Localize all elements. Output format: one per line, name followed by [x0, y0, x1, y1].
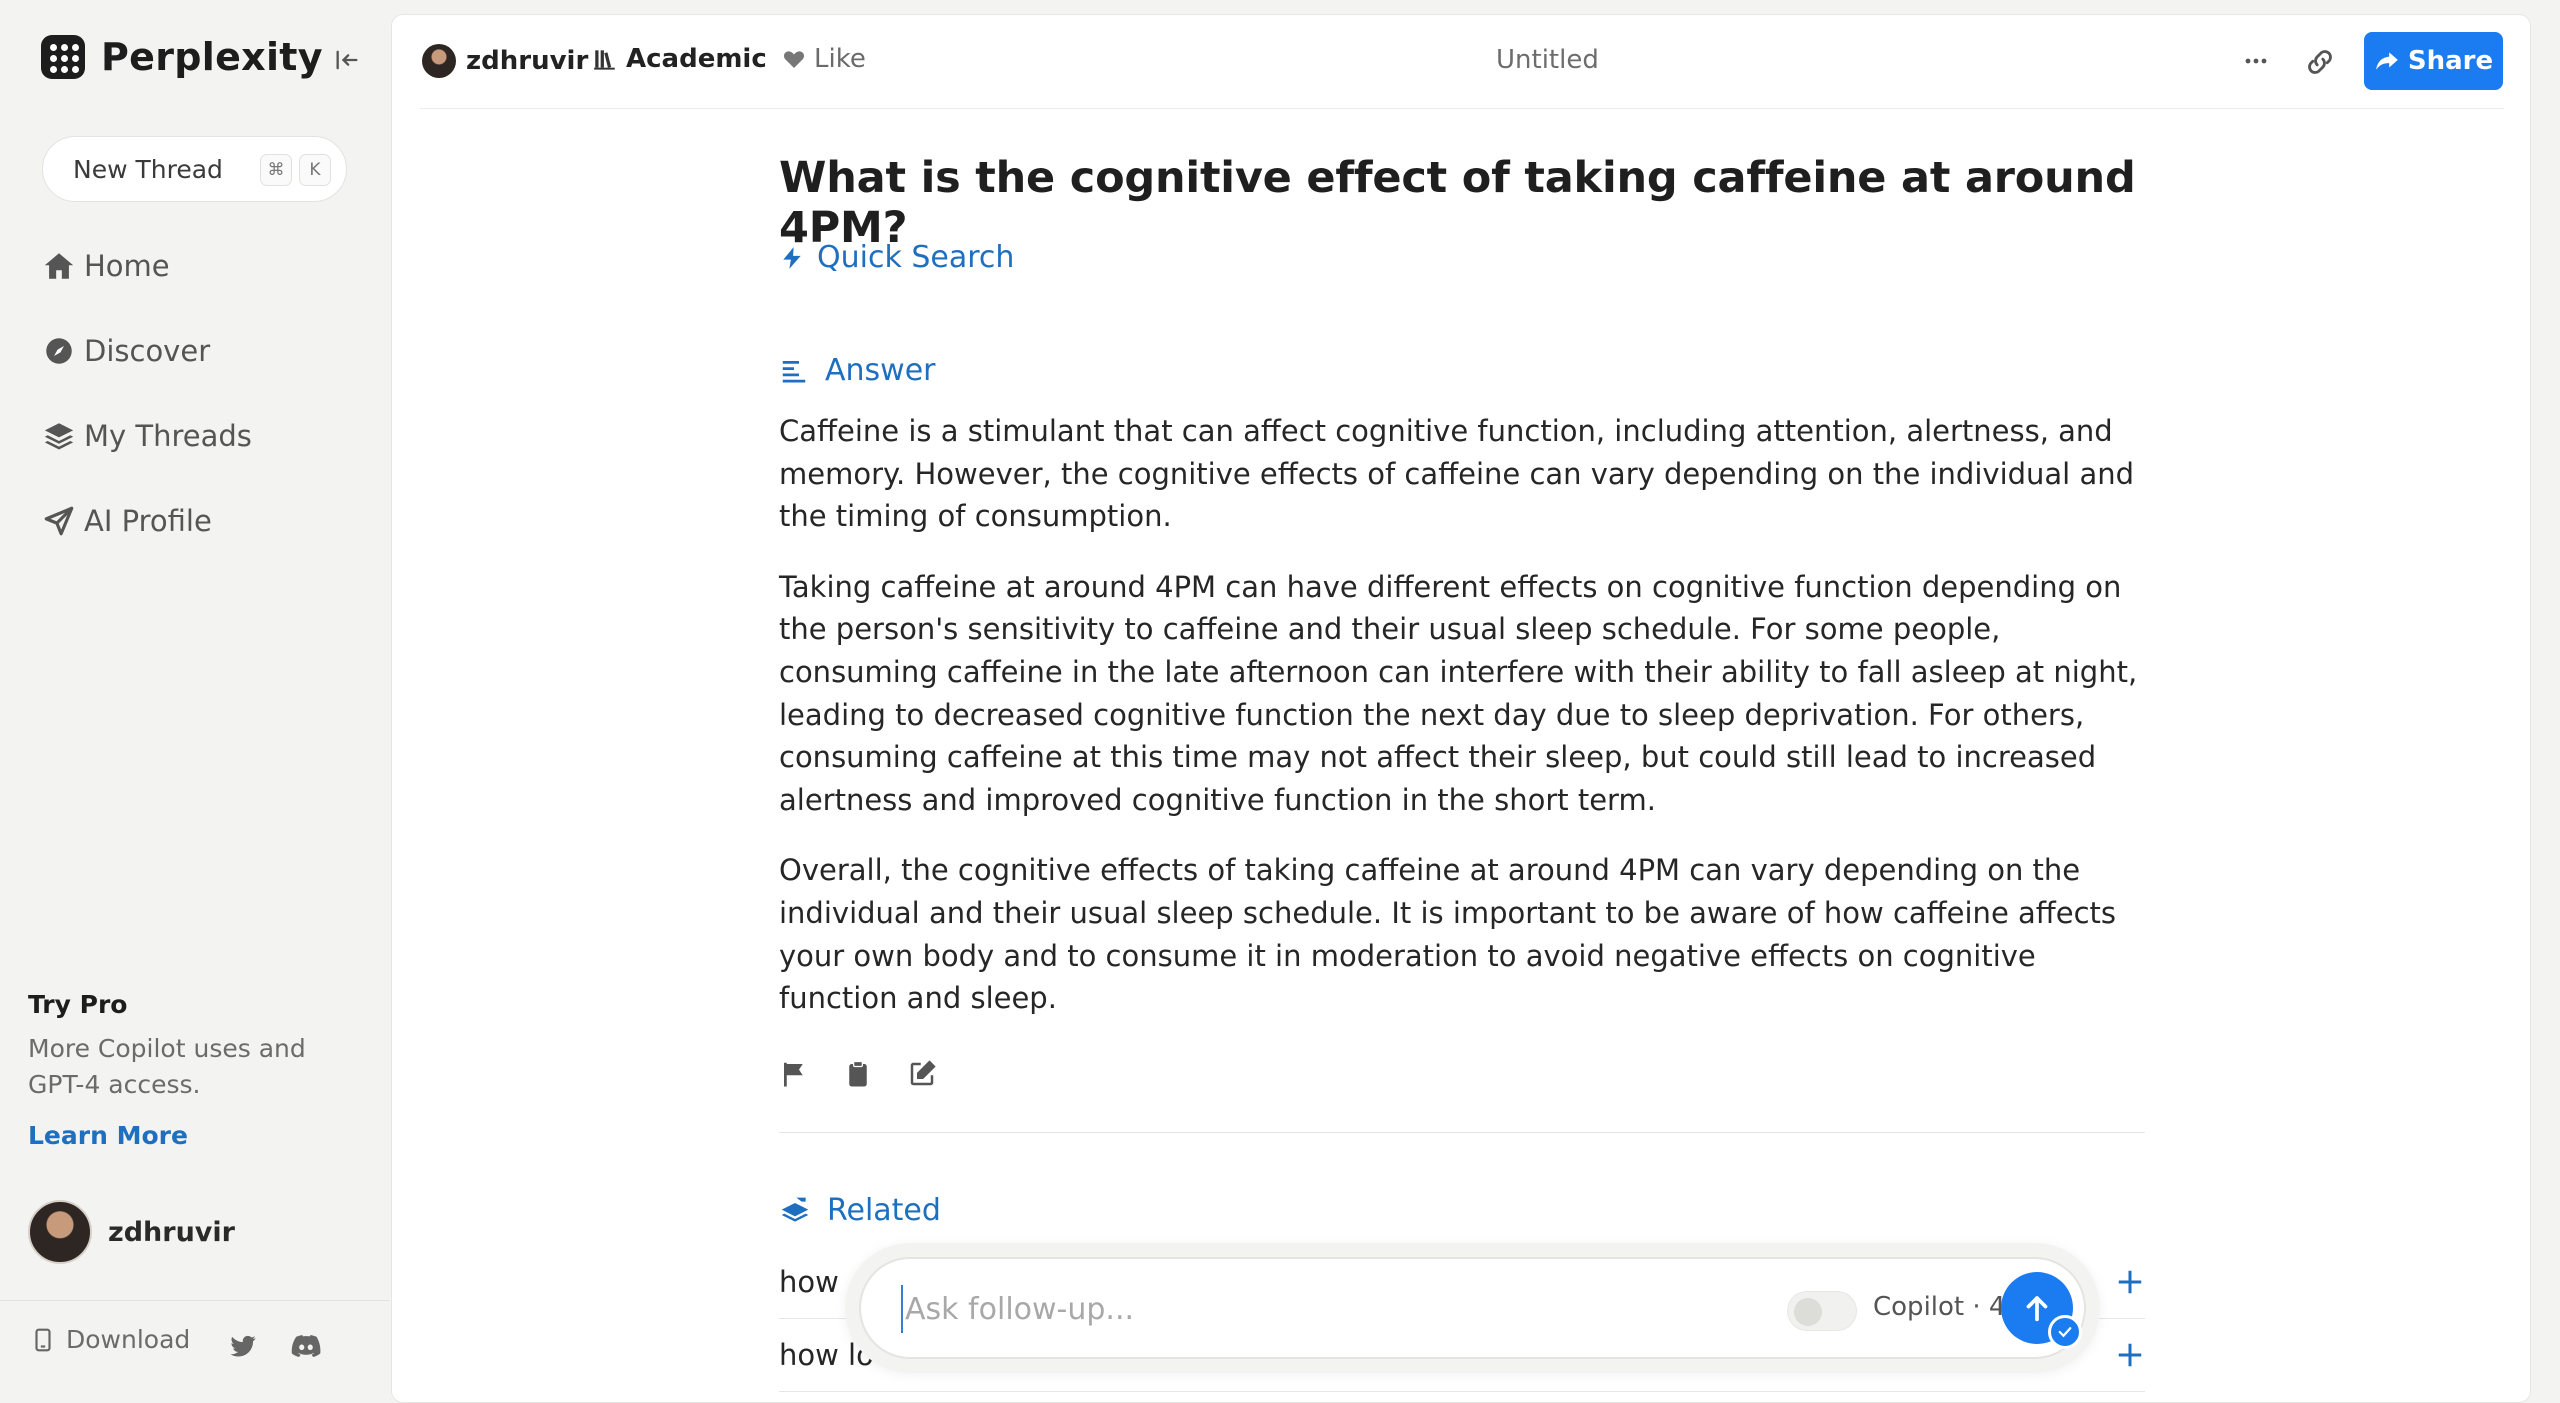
copilot-label: Copilot · 4 [1873, 1292, 2006, 1322]
sidebar-username: zdhruvir [108, 1216, 235, 1248]
like-label: Like [814, 44, 866, 74]
clipboard-icon[interactable] [843, 1059, 873, 1089]
copy-link-icon[interactable] [2303, 45, 2337, 79]
download-label: Download [66, 1325, 191, 1354]
thread-question: What is the cognitive effect of taking c… [779, 153, 2136, 253]
shortcut-cmd-key: ⌘ [260, 154, 292, 186]
sidebar-item-ai-profile[interactable]: AI Profile [42, 495, 252, 547]
thread-title[interactable]: Untitled [1496, 45, 1599, 75]
sidebar-item-my-threads[interactable]: My Threads [42, 410, 252, 462]
avatar [422, 44, 456, 78]
download-link[interactable]: Download [30, 1325, 190, 1354]
heart-icon [783, 51, 805, 68]
new-thread-label: New Thread [73, 154, 223, 184]
learn-more-link[interactable]: Learn More [28, 1121, 358, 1150]
sidebar-item-label: Discover [84, 334, 211, 368]
sidebar-item-label: My Threads [84, 419, 252, 453]
mobile-phone-icon [35, 1328, 51, 1351]
sidebar: Perplexity New Thread ⌘ K Home Discover … [0, 0, 390, 1403]
share-button[interactable]: Share [2364, 32, 2503, 90]
thread-author[interactable]: zdhruvir [422, 44, 588, 78]
try-pro-title: Try Pro [28, 990, 128, 1019]
plus-icon [2118, 1343, 2142, 1367]
sidebar-item-label: Home [84, 249, 170, 283]
discord-icon[interactable] [289, 1329, 323, 1363]
answer-paragraph: Taking caffeine at around 4PM can have d… [779, 569, 2138, 817]
compass-icon [46, 338, 72, 364]
brand-name: Perplexity [101, 35, 323, 79]
follow-up-input[interactable] [901, 1285, 1701, 1333]
thread-author-name: zdhruvir [466, 46, 589, 76]
divider [779, 1132, 2145, 1133]
answer-paragraph: Overall, the cognitive effects of taking… [779, 853, 2117, 1016]
focus-label: Academic [626, 44, 767, 74]
avatar [28, 1200, 92, 1264]
send-icon [44, 506, 74, 536]
library-icon [594, 50, 615, 70]
collapse-sidebar-icon[interactable] [333, 46, 361, 74]
edit-icon[interactable] [907, 1059, 937, 1089]
try-pro-card: Try Pro More Copilot uses and GPT-4 acce… [28, 990, 358, 1150]
related-heading: Related [779, 1193, 941, 1228]
related-question-text: how [779, 1265, 839, 1299]
thread-topbar: zdhruvir Academic Like Untitled Share [420, 15, 2504, 109]
plus-icon [2118, 1270, 2142, 1294]
answer-actions [779, 1059, 971, 1089]
stack-icon [781, 1197, 809, 1222]
more-options-icon[interactable] [2239, 51, 2273, 71]
search-mode-label: Quick Search [817, 240, 1015, 275]
arrow-up-icon [2026, 1296, 2048, 1322]
layers-icon [44, 423, 74, 450]
twitter-icon[interactable] [228, 1331, 258, 1361]
try-pro-description: More Copilot uses and GPT-4 access. [28, 1034, 306, 1099]
answer-paragraph: Caffeine is a stimulant that can affect … [779, 414, 2135, 534]
flag-icon[interactable] [779, 1059, 809, 1089]
new-thread-button[interactable]: New Thread ⌘ K [42, 136, 347, 202]
sidebar-nav: Home Discover My Threads AI Profile [42, 240, 252, 580]
perplexity-logo-icon [41, 35, 85, 79]
brand[interactable]: Perplexity [41, 35, 323, 79]
like-button[interactable]: Like [782, 44, 866, 74]
follow-up-box: Copilot · 4 [859, 1257, 2086, 1359]
main-panel: zdhruvir Academic Like Untitled Share Wh… [391, 14, 2531, 1403]
follow-up-bar: Copilot · 4 [845, 1243, 2100, 1373]
copilot-toggle[interactable] [1787, 1291, 1857, 1331]
focus-academic[interactable]: Academic [592, 44, 767, 74]
sidebar-item-discover[interactable]: Discover [42, 325, 252, 377]
share-label: Share [2407, 46, 2494, 76]
check-badge-icon [2048, 1315, 2082, 1349]
lightning-icon [783, 246, 801, 269]
answer-heading: Answer [779, 353, 936, 388]
sidebar-item-label: AI Profile [84, 504, 212, 538]
share-arrow-icon [2376, 52, 2398, 70]
search-mode-indicator[interactable]: Quick Search [779, 240, 1014, 275]
home-icon [44, 253, 74, 279]
sidebar-footer: Download [0, 1300, 390, 1403]
related-heading-label: Related [827, 1193, 941, 1228]
answer-heading-label: Answer [825, 353, 936, 388]
answer-body: Caffeine is a stimulant that can affect … [779, 410, 2145, 1048]
sidebar-user-profile[interactable]: zdhruvir [28, 1200, 235, 1264]
sidebar-item-home[interactable]: Home [42, 240, 252, 292]
answer-lines-icon [782, 360, 806, 382]
shortcut-k-key: K [299, 154, 331, 186]
